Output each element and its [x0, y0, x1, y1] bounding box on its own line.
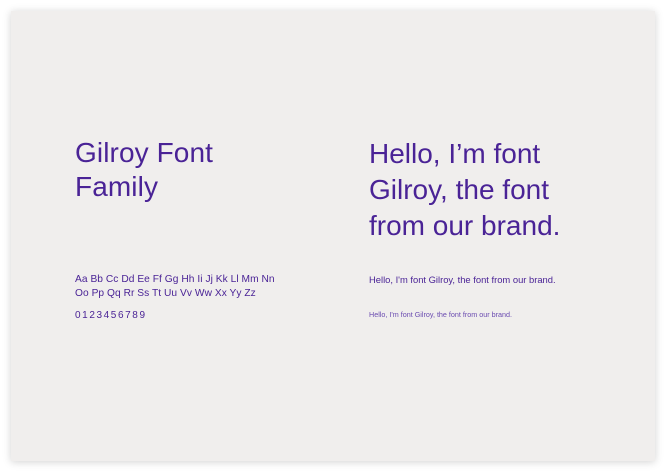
- font-specimen-card: Gilroy Font Family Aa Bb Cc Dd Ee Ff Gg …: [11, 11, 655, 461]
- digits-sample: 0123456789: [75, 310, 147, 321]
- body-text-sample-small: Hello, I'm font Gilroy, the font from ou…: [369, 310, 513, 319]
- body-text-sample-medium: Hello, I'm font Gilroy, the font from ou…: [369, 274, 556, 285]
- alphabet-sample: Aa Bb Cc Dd Ee Ff Gg Hh Ii Jj Kk Ll Mm N…: [75, 274, 275, 299]
- font-family-title: Gilroy Font Family: [75, 137, 214, 202]
- headline-sample: Hello, I’m font Gilroy, the font from ou…: [369, 138, 561, 241]
